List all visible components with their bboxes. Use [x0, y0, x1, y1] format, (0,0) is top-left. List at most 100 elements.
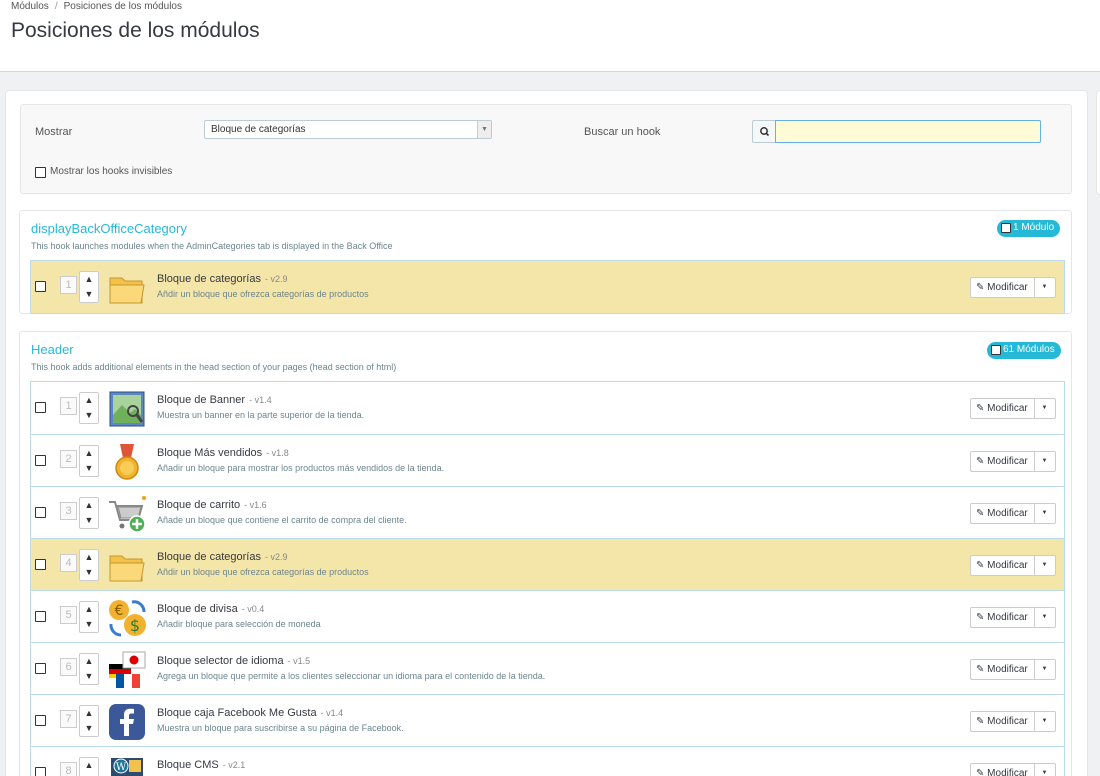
reorder-arrows[interactable]: ▲▼: [79, 757, 99, 776]
chevron-down-icon[interactable]: ▼: [80, 565, 98, 580]
module-row[interactable]: 1 ▲ ▼ Bloque de Banner - v1.4 Muestra un b…: [31, 382, 1064, 434]
row-checkbox[interactable]: [35, 281, 46, 292]
search-hook-input[interactable]: [775, 120, 1041, 143]
reorder-arrows[interactable]: ▲▼: [79, 445, 99, 477]
chevron-up-icon[interactable]: ▲: [80, 706, 98, 721]
module-row[interactable]: 1 ▲ ▼ Bloque de categorías - v2.9 Añdir un…: [31, 261, 1064, 313]
chevron-down-icon[interactable]: ▼: [80, 287, 98, 302]
reorder-arrows[interactable]: ▲▼: [79, 705, 99, 737]
caret-down-icon[interactable]: ▼: [1034, 608, 1055, 627]
modify-button-group[interactable]: ✎ Modificar ▼: [970, 277, 1056, 298]
module-count-badge[interactable]: 1 Módulo: [997, 220, 1061, 237]
module-version: - v1.5: [287, 656, 311, 666]
pencil-icon: ✎: [976, 456, 985, 467]
modify-button-group[interactable]: ✎ Modificar ▼: [970, 763, 1056, 776]
badge-checkbox[interactable]: [991, 345, 1001, 355]
module-row[interactable]: 7 ▲ ▼ Bloque caja Facebook Me Gusta - v1.4…: [31, 694, 1064, 746]
chevron-down-icon[interactable]: ▼: [80, 721, 98, 736]
chevron-up-icon[interactable]: ▲: [80, 550, 98, 565]
module-row[interactable]: 3 ▲ ▼ Bloque de carrito - v1.6 Añade un bl…: [31, 486, 1064, 538]
chevron-up-icon[interactable]: ▲: [80, 446, 98, 461]
currency-icon: €$: [109, 600, 146, 637]
row-checkbox[interactable]: [35, 402, 46, 413]
modify-button[interactable]: ✎ Modificar: [971, 504, 1035, 523]
module-row[interactable]: 6 ▲ ▼ Bloque selector de idioma - v1.5 Agr…: [31, 642, 1064, 694]
caret-down-icon[interactable]: ▼: [1034, 556, 1055, 575]
modify-button[interactable]: ✎ Modificar: [971, 452, 1035, 471]
pencil-icon: ✎: [976, 508, 985, 519]
modify-button-group[interactable]: ✎ Modificar ▼: [970, 607, 1056, 628]
modify-label: Modificar: [987, 456, 1028, 467]
reorder-arrows[interactable]: ▲▼: [79, 549, 99, 581]
caret-down-icon[interactable]: ▼: [1034, 278, 1055, 297]
row-checkbox[interactable]: [35, 507, 46, 518]
position-number: 7: [60, 710, 77, 728]
badge-checkbox[interactable]: [1001, 223, 1011, 233]
module-name-text: Bloque selector de idioma: [157, 655, 284, 667]
flags-icon: [109, 651, 146, 688]
chevron-down-icon[interactable]: ▼: [80, 617, 98, 632]
modify-button[interactable]: ✎ Modificar: [971, 712, 1035, 731]
reorder-arrows[interactable]: ▲▼: [79, 271, 99, 303]
modify-button[interactable]: ✎ Modificar: [971, 764, 1035, 776]
breadcrumb-parent[interactable]: Módulos: [11, 1, 49, 12]
module-row[interactable]: 5 ▲ ▼ € $ Bloque de divisa - v0.4 Añadir bl…: [31, 590, 1064, 642]
modify-button[interactable]: ✎ Modificar: [971, 399, 1035, 418]
search-hook-label: Buscar un hook: [584, 126, 661, 138]
module-count-badge[interactable]: 61 Módulos: [987, 342, 1061, 359]
reorder-arrows[interactable]: ▲▼: [79, 497, 99, 529]
chevron-up-icon[interactable]: ▲: [80, 272, 98, 287]
chevron-down-icon[interactable]: ▼: [80, 461, 98, 476]
module-row[interactable]: 8 ▲▼ W Bloque CMS- v2.1 ✎ Modificar▼: [31, 746, 1064, 776]
caret-down-icon[interactable]: ▼: [1034, 660, 1055, 679]
modify-label: Modificar: [987, 282, 1028, 293]
chevron-down-icon[interactable]: ▼: [80, 669, 98, 684]
search-addon: [752, 120, 776, 143]
modify-button-group[interactable]: ✎ Modificar ▼: [970, 659, 1056, 680]
row-checkbox[interactable]: [35, 715, 46, 726]
chevron-up-icon[interactable]: ▲: [80, 758, 98, 773]
module-version: - v1.6: [244, 500, 267, 510]
modify-button-group[interactable]: ✎ Modificar ▼: [970, 503, 1056, 524]
caret-down-icon[interactable]: ▼: [1034, 452, 1055, 471]
row-checkbox[interactable]: [35, 559, 46, 570]
chevron-up-icon[interactable]: ▲: [80, 654, 98, 669]
module-name: Bloque de carrito - v1.6: [157, 499, 267, 511]
row-checkbox[interactable]: [35, 663, 46, 674]
show-invisible-checkbox[interactable]: [35, 167, 46, 178]
reorder-arrows[interactable]: ▲▼: [79, 653, 99, 685]
modify-button-group[interactable]: ✎ Modificar ▼: [970, 451, 1056, 472]
modify-button-group[interactable]: ✎ Modificar ▼: [970, 398, 1056, 419]
row-checkbox[interactable]: [35, 455, 46, 466]
medal-icon: [115, 444, 139, 480]
svg-text:W: W: [116, 762, 127, 773]
modify-button[interactable]: ✎ Modificar: [971, 556, 1035, 575]
module-select[interactable]: Bloque de categorías ▼: [204, 120, 492, 139]
modify-button-group[interactable]: ✎ Modificar ▼: [970, 711, 1056, 732]
modify-button[interactable]: ✎ Modificar: [971, 278, 1035, 297]
chevron-down-icon[interactable]: ▼: [80, 408, 98, 423]
row-checkbox[interactable]: [35, 611, 46, 622]
reorder-arrows[interactable]: ▲▼: [79, 392, 99, 424]
pencil-icon: ✎: [976, 612, 985, 623]
caret-down-icon[interactable]: ▼: [1034, 399, 1055, 418]
chevron-up-icon[interactable]: ▲: [80, 602, 98, 617]
modify-button-group[interactable]: ✎ Modificar ▼: [970, 555, 1056, 576]
chevron-up-icon[interactable]: ▲: [80, 393, 98, 408]
caret-down-icon[interactable]: ▼: [1034, 712, 1055, 731]
reorder-arrows[interactable]: ▲▼: [79, 601, 99, 633]
module-row[interactable]: 4 ▲ ▼ Bloque de categorías - v2.9 Añdir un…: [31, 538, 1064, 590]
module-name: Bloque de divisa - v0.4: [157, 603, 264, 615]
module-name: Bloque caja Facebook Me Gusta - v1.4: [157, 707, 343, 719]
module-description: Muestra un bloque para suscribirse a su …: [157, 723, 404, 733]
modify-button[interactable]: ✎ Modificar: [971, 660, 1035, 679]
folder-icon: [109, 277, 145, 304]
modify-button[interactable]: ✎ Modificar: [971, 608, 1035, 627]
page-title: Posiciones de los módulos: [11, 19, 260, 42]
row-checkbox[interactable]: [35, 767, 46, 776]
chevron-up-icon[interactable]: ▲: [80, 498, 98, 513]
caret-down-icon[interactable]: ▼: [1034, 764, 1055, 776]
chevron-down-icon[interactable]: ▼: [80, 513, 98, 528]
module-row[interactable]: 2 ▲ ▼ Bloque Más vendidos - v1.8 Añadir un…: [31, 434, 1064, 486]
caret-down-icon[interactable]: ▼: [1034, 504, 1055, 523]
